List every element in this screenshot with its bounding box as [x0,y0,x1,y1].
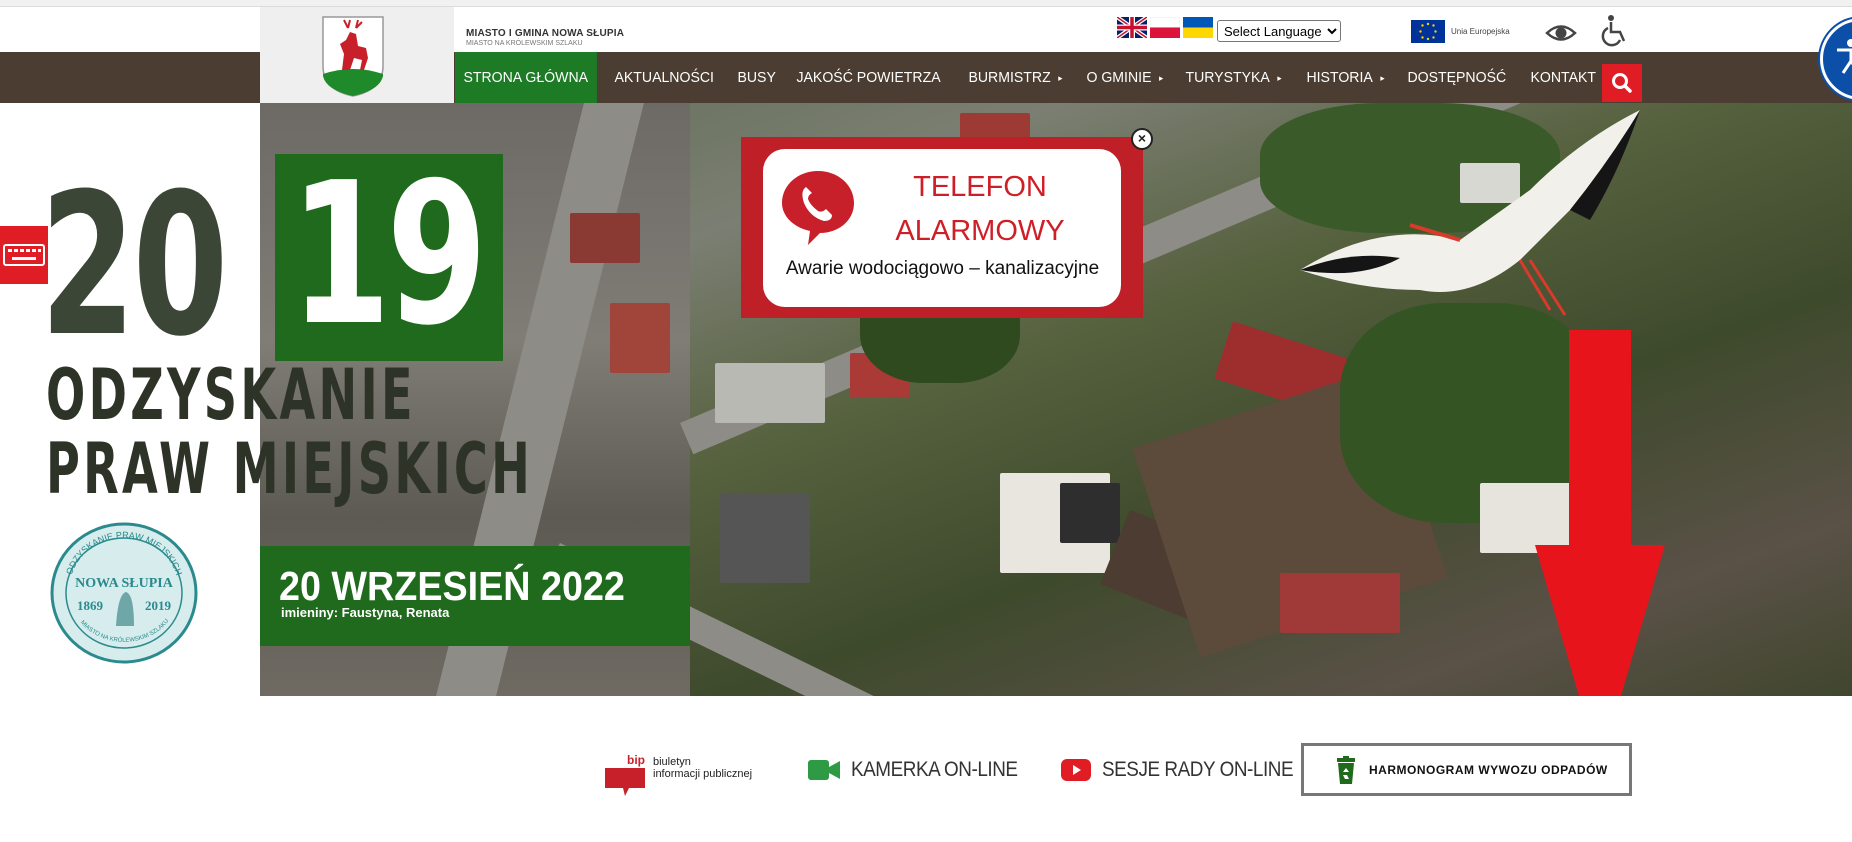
submenu-caret-icon: ▸ [1277,73,1282,83]
nav-strona-glowna[interactable]: STRONA GŁÓWNA [455,52,597,103]
contrast-eye-icon[interactable] [1545,22,1577,44]
youtube-icon [1061,759,1091,781]
site-motto: MIASTO NA KRÓLEWSKIM SZLAKU [466,40,583,47]
svg-text:bip: bip [627,753,645,767]
year-1-9-text: 19 [290,141,487,369]
popup-close-button[interactable]: × [1131,128,1153,150]
browser-top-strip [0,0,1852,7]
bip-link[interactable]: bip [605,752,651,801]
nav-burmistrz[interactable]: BURMISTRZ ▸ [960,52,1071,103]
harmonogram-label: HARMONOGRAM WYWOZU ODPADÓW [1369,762,1608,777]
nav-historia[interactable]: HISTORIA ▸ [1298,52,1393,103]
search-icon [1612,73,1632,93]
keyboard-shortcuts-tab[interactable] [0,226,48,284]
site-name: MIASTO I GMINA NOWA SŁUPIA [466,28,625,39]
sesje-rady-link[interactable]: SESJE RADY ON-LINE [1061,758,1314,782]
video-camera-icon [808,760,840,780]
accessibility-wheelchair-icon[interactable] [1600,14,1630,48]
accessibility-person-icon [1837,39,1852,74]
english-flag-icon[interactable] [1117,17,1147,38]
main-menu: STRONA GŁÓWNA AKTUALNOŚCI BUSY JAKOŚĆ PO… [455,52,1609,103]
year-2-0-text: 20 [40,152,228,380]
bip-label[interactable]: biuletyn informacji publicznej [653,756,752,780]
nav-busy[interactable]: BUSY [729,52,784,103]
nav-dostepnosc[interactable]: DOSTĘPNOŚĆ [1399,52,1515,103]
language-select[interactable]: Select Language [1217,20,1341,42]
anniversary-medal-logo[interactable]: ODZYSKANIE PRAW MIEJSKICH NOWA SŁUPIA 18… [50,522,198,664]
stork-image [1300,110,1640,316]
kamerka-online-link[interactable]: KAMERKA ON-LINE [808,758,1036,782]
hero-tagline: ODZYSKANIE PRAW MIEJSKICH [46,358,533,506]
nav-o-gminie[interactable]: O GMINIE ▸ [1078,52,1172,103]
site-title[interactable]: MIASTO I GMINA NOWA SŁUPIA MIASTO NA KRÓ… [466,28,624,47]
harmonogram-button[interactable]: HARMONOGRAM WYWOZU ODPADÓW [1301,743,1632,796]
popup-title: TELEFON ALARMOWY [895,171,1065,247]
eu-label: Unia Europejska [1451,27,1510,36]
kamerka-label: KAMERKA ON-LINE [851,758,1018,781]
phone-icon [782,171,854,245]
popup-subtitle: Awarie wodociągowo – kanalizacyjne [785,258,1100,279]
coat-of-arms-logo[interactable] [320,14,386,98]
svg-text:2019: 2019 [145,598,172,613]
tagline-line-2: PRAW MIEJSKICH [46,428,534,510]
search-button[interactable] [1602,64,1642,102]
svg-text:NOWA SŁUPIA: NOWA SŁUPIA [75,576,174,591]
ukrainian-flag-icon[interactable] [1183,17,1213,38]
nav-aktualnosci[interactable]: AKTUALNOŚCI [606,52,722,103]
submenu-caret-icon: ▸ [1379,73,1385,83]
sesje-label: SESJE RADY ON-LINE [1102,758,1294,781]
submenu-caret-icon: ▸ [1158,73,1163,83]
nav-jakosc-powietrza[interactable]: JAKOŚĆ POWIETRZA [788,52,949,103]
recycle-bin-icon [1337,755,1355,784]
tagline-line-1: ODZYSKANIE [46,354,416,436]
nameday-text: imieniny: Faustyna, Renata [281,605,450,620]
nav-kontakt[interactable]: KONTAKT [1522,52,1604,103]
eu-flag-icon [1411,20,1445,43]
current-date: 20 WRZESIEŃ 2022 [279,563,625,609]
submenu-caret-icon: ▸ [1057,73,1063,83]
nav-turystyka[interactable]: TURYSTYKA ▸ [1177,52,1290,103]
svg-text:1869: 1869 [77,598,104,613]
bip-logo-icon: bip [605,753,645,796]
polish-flag-icon[interactable] [1150,17,1180,38]
keyboard-icon [3,244,45,266]
